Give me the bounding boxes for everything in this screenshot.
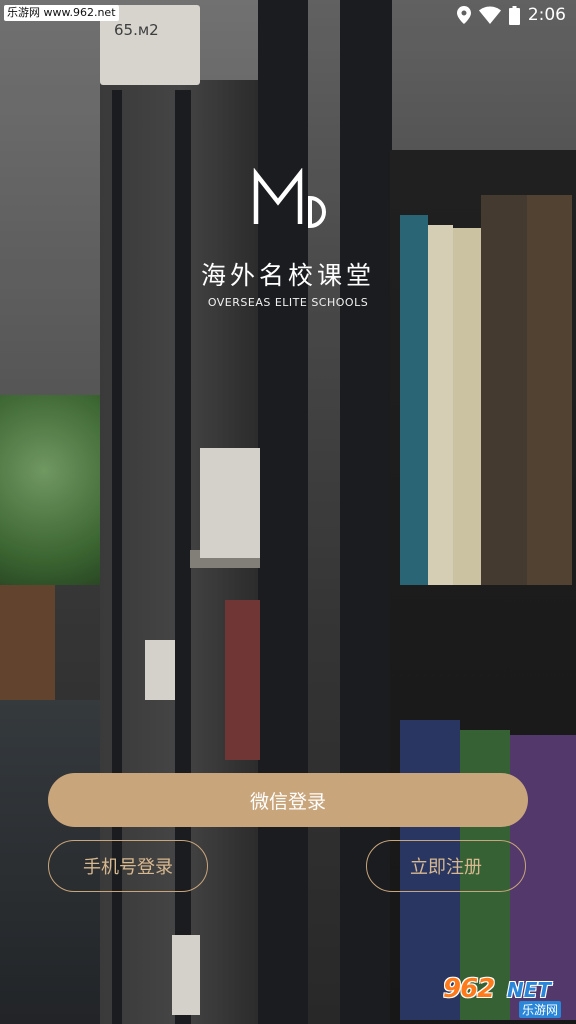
site-watermark: 乐游网 www.962.net [4, 5, 119, 21]
status-bar: 乐游网 www.962.net 2:06 [0, 0, 576, 30]
clock: 2:06 [527, 5, 566, 25]
app-title: 海外名校课堂 [200, 261, 375, 290]
watermark-name: 乐游网 [519, 1001, 562, 1018]
wifi-icon [478, 6, 501, 24]
md-monogram-logo [253, 168, 326, 229]
phone-login-button[interactable]: 手机号登录 [48, 840, 208, 892]
site-logo-watermark: 962 NET 乐游网 [437, 972, 569, 1018]
battery-icon [508, 5, 520, 25]
location-icon [456, 6, 471, 24]
watermark-number: 962 [443, 974, 495, 1004]
status-icons: 2:06 [456, 4, 566, 26]
wechat-login-button[interactable]: 微信登录 [48, 773, 528, 827]
watermark-net: NET [507, 978, 552, 1002]
register-button[interactable]: 立即注册 [366, 840, 526, 892]
app-subtitle: OVERSEAS ELITE SCHOOLS [207, 296, 369, 309]
